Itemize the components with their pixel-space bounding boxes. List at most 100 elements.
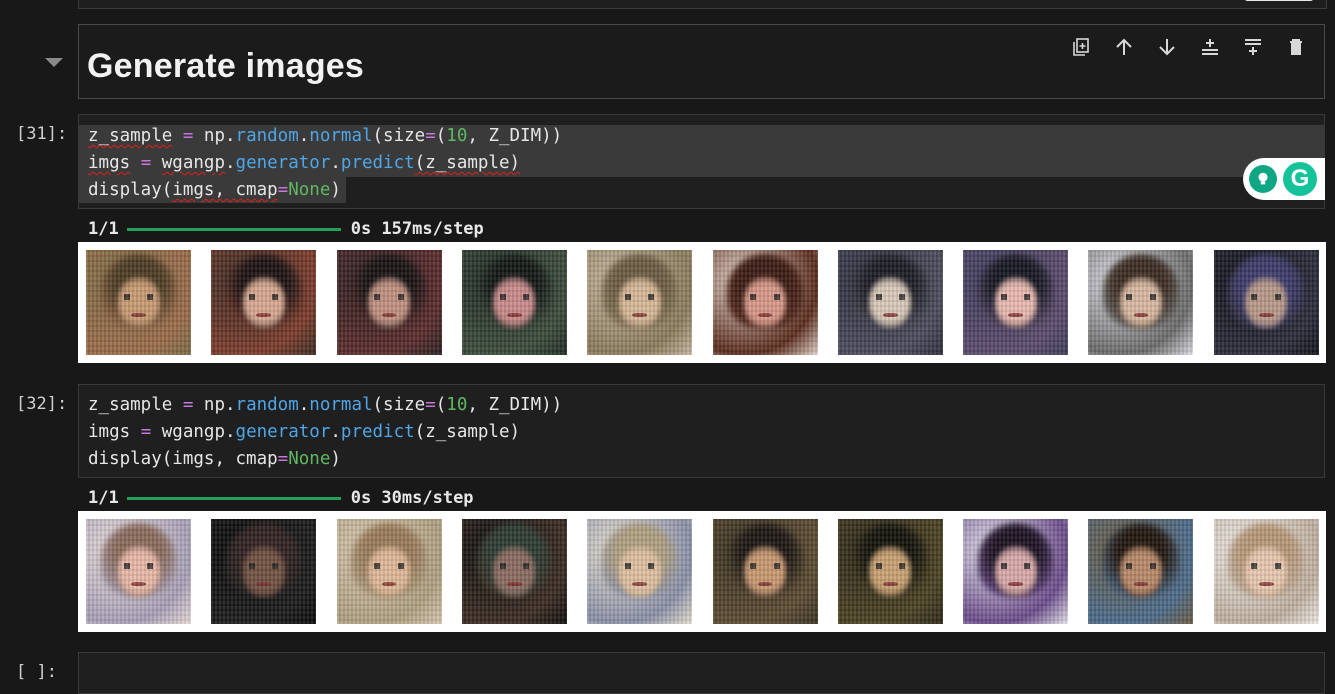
code-line[interactable]: imgs = wgangp.generator.predict(z_sample…	[88, 419, 520, 445]
code-token: 10	[446, 126, 468, 146]
lightbulb-icon[interactable]	[1249, 165, 1277, 193]
collapse-caret-icon[interactable]	[45, 58, 63, 67]
code-cell[interactable]: z_sample = np.random.normal(size=(10, Z_…	[78, 384, 1325, 478]
progress-bar	[126, 496, 341, 500]
code-token: =	[130, 153, 162, 173]
code-token: .	[224, 126, 236, 146]
insert-below-icon[interactable]	[1239, 35, 1267, 59]
code-token: None	[288, 449, 331, 469]
code-token: predict	[340, 422, 415, 442]
code-token: np	[203, 126, 225, 146]
generated-face-image	[587, 519, 693, 624]
code-token: generator	[235, 153, 331, 173]
code-token: imgs	[88, 422, 131, 442]
code-token: z_sample	[88, 395, 173, 415]
generated-face-image	[461, 250, 567, 355]
duplicate-cell-icon[interactable]	[1067, 35, 1095, 59]
empty-code-cell[interactable]	[78, 652, 1325, 694]
code-token: .	[330, 153, 341, 173]
code-cell[interactable]: z_sample = np.random.normal(size=(10, Z_…	[78, 114, 1325, 209]
image-output	[78, 511, 1326, 632]
code-token: .	[224, 153, 236, 173]
scrollbar-thumb[interactable]	[1244, 0, 1314, 1]
code-token: , cmap	[214, 180, 278, 200]
generated-face-image	[1088, 519, 1194, 624]
generated-face-image	[336, 519, 442, 624]
progress-timing: 0s 157ms/step	[350, 219, 484, 239]
code-token: (	[435, 126, 447, 146]
code-token: random	[235, 395, 299, 415]
generated-face-image	[587, 250, 693, 355]
generated-face-image	[211, 250, 317, 355]
code-token: z_sample	[88, 126, 173, 146]
progress-count: 1/1	[88, 488, 119, 508]
generated-face-image	[1213, 250, 1319, 355]
code-token: .	[224, 422, 236, 442]
generated-face-image	[336, 250, 442, 355]
execution-count: [31]:	[16, 124, 68, 144]
generated-face-image	[211, 519, 317, 624]
code-token: , cmap	[214, 449, 278, 469]
code-token: =	[277, 180, 289, 200]
code-token: (size	[372, 126, 426, 146]
code-token: generator	[235, 422, 331, 442]
code-token: imgs	[172, 180, 215, 200]
code-token: )	[330, 449, 341, 469]
code-token: None	[288, 180, 331, 200]
cell-toolbar	[1067, 35, 1310, 59]
code-token: .	[330, 422, 341, 442]
code-token: predict	[340, 153, 415, 173]
code-token: imgs	[88, 153, 131, 173]
code-line[interactable]: z_sample = np.random.normal(size=(10, Z_…	[88, 392, 562, 418]
code-token: )	[330, 180, 341, 200]
code-token: display(	[88, 180, 173, 200]
code-token: , Z_DIM))	[467, 126, 563, 146]
code-token: (z_sample)	[414, 153, 521, 173]
generated-face-image	[712, 250, 818, 355]
code-token: .	[298, 395, 310, 415]
code-token: =	[277, 449, 289, 469]
code-token: random	[235, 126, 299, 146]
generated-face-image	[712, 519, 818, 624]
insert-above-icon[interactable]	[1196, 35, 1224, 59]
code-token: , Z_DIM))	[467, 395, 563, 415]
code-token: 10	[446, 395, 468, 415]
grammarly-widget[interactable]: G	[1243, 158, 1325, 200]
code-token: wgangp	[161, 422, 225, 442]
move-up-icon[interactable]	[1110, 35, 1138, 59]
progress-output: 1/1 0s 157ms/step	[88, 219, 484, 239]
code-line[interactable]: z_sample = np.random.normal(size=(10, Z_…	[88, 123, 562, 149]
code-token: display(	[88, 449, 173, 469]
markdown-cell[interactable]: Generate images	[78, 24, 1325, 99]
progress-count: 1/1	[88, 219, 119, 239]
generated-face-image	[1088, 250, 1194, 355]
generated-face-image	[837, 519, 943, 624]
code-token: (z_sample)	[414, 422, 521, 442]
execution-count: [ ]:	[16, 662, 57, 682]
code-token: np	[203, 395, 225, 415]
previous-cell[interactable]	[78, 0, 1327, 9]
code-token: (	[435, 395, 447, 415]
grammarly-logo-icon[interactable]: G	[1283, 162, 1317, 196]
move-down-icon[interactable]	[1153, 35, 1181, 59]
code-token: normal	[309, 395, 373, 415]
delete-cell-icon[interactable]	[1282, 35, 1310, 59]
code-token: .	[298, 126, 310, 146]
code-token: =	[425, 395, 436, 415]
generated-face-image	[963, 250, 1069, 355]
generated-face-image	[461, 519, 567, 624]
code-token: =	[172, 126, 204, 146]
code-token: =	[130, 422, 162, 442]
code-token: .	[224, 395, 236, 415]
code-token: normal	[309, 126, 373, 146]
code-line[interactable]: display(imgs, cmap=None)	[88, 177, 341, 203]
code-token: =	[172, 395, 204, 415]
generated-face-image	[963, 519, 1069, 624]
code-line[interactable]: imgs = wgangp.generator.predict(z_sample…	[88, 150, 520, 176]
generated-face-image	[86, 519, 191, 624]
code-line[interactable]: display(imgs, cmap=None)	[88, 446, 341, 472]
generated-face-image	[837, 250, 943, 355]
image-output	[78, 242, 1326, 363]
code-token: wgangp	[161, 153, 225, 173]
progress-timing: 0s 30ms/step	[350, 488, 474, 508]
